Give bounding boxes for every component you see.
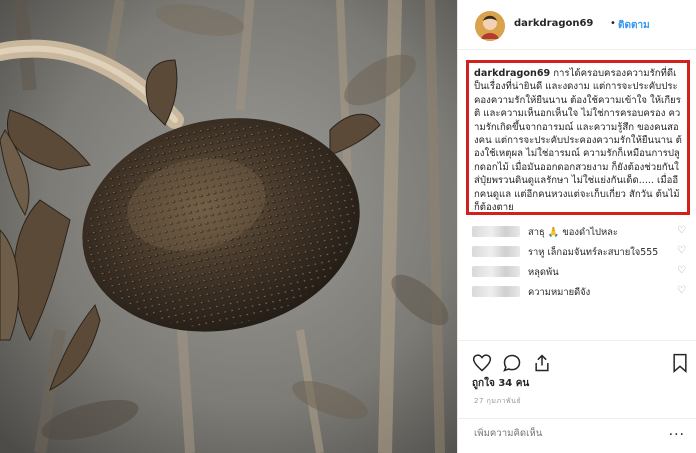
comment-text: สาธุ 🙏 ของดำไปหละ — [528, 227, 618, 238]
comment-input-bar: ··· — [458, 418, 696, 453]
heart-icon[interactable] — [472, 353, 492, 377]
action-bar — [458, 340, 696, 380]
comments-list: สาธุ 🙏 ของดำไปหละ ♡ ราหู เล็กอมจันทร์ละส… — [472, 222, 692, 302]
comment-item: ราหู เล็กอมจันทร์ละสบายใจ555 ♡ — [472, 242, 692, 262]
likes-count[interactable]: ถูกใจ 34 คน — [472, 376, 529, 391]
post-sidebar: darkdragon69 • ติดตาม darkdragon69 การได… — [457, 0, 696, 453]
comment-item: สาธุ 🙏 ของดำไปหละ ♡ — [472, 222, 692, 242]
comment-text: ความหมายดีจัง — [528, 287, 591, 298]
blurred-commenter-name — [472, 246, 520, 257]
share-icon-shape — [535, 354, 549, 372]
comment-input[interactable] — [472, 427, 636, 440]
avatar-image — [475, 11, 505, 41]
share-icon[interactable] — [532, 353, 552, 377]
caption-username[interactable]: darkdragon69 — [474, 68, 550, 79]
sunflower-photo — [0, 0, 457, 453]
comment-icon[interactable] — [502, 353, 522, 377]
blurred-commenter-name — [472, 226, 520, 237]
bookmark-icon-shape — [673, 353, 687, 373]
blurred-commenter-name — [472, 286, 520, 297]
post-photo[interactable] — [0, 0, 457, 453]
follow-button[interactable]: ติดตาม — [618, 18, 650, 33]
more-icon[interactable]: ··· — [669, 427, 685, 443]
instagram-post-window: darkdragon69 • ติดตาม darkdragon69 การได… — [0, 0, 696, 453]
caption-highlight-box: darkdragon69 การได้ครอบครองความรักที่ดีเ… — [466, 60, 690, 215]
blurred-commenter-name — [472, 266, 520, 277]
comment-item: หลุดพ้น ♡ — [472, 262, 692, 282]
comment-heart-icon[interactable]: ♡ — [677, 265, 686, 276]
comment-icon-shape — [503, 354, 521, 372]
comment-item: ความหมายดีจัง ♡ — [472, 282, 692, 302]
caption: darkdragon69 การได้ครอบครองความรักที่ดีเ… — [474, 67, 682, 214]
separator-dot: • — [610, 18, 616, 29]
username[interactable]: darkdragon69 — [514, 18, 593, 29]
comment-heart-icon[interactable]: ♡ — [677, 225, 686, 236]
post-date: 27 กุมภาพันธ์ — [474, 397, 522, 405]
post-header: darkdragon69 • ติดตาม — [458, 0, 696, 50]
avatar[interactable] — [475, 11, 505, 41]
comment-heart-icon[interactable]: ♡ — [677, 285, 686, 296]
comment-text: ราหู เล็กอมจันทร์ละสบายใจ555 — [528, 247, 659, 258]
comment-text: หลุดพ้น — [528, 267, 559, 278]
caption-body: การได้ครอบครองความรักที่ดีเป็นเรื่องที่น… — [474, 68, 682, 214]
bookmark-icon[interactable] — [672, 353, 688, 377]
comment-heart-icon[interactable]: ♡ — [677, 245, 686, 256]
heart-icon-shape — [472, 354, 492, 372]
